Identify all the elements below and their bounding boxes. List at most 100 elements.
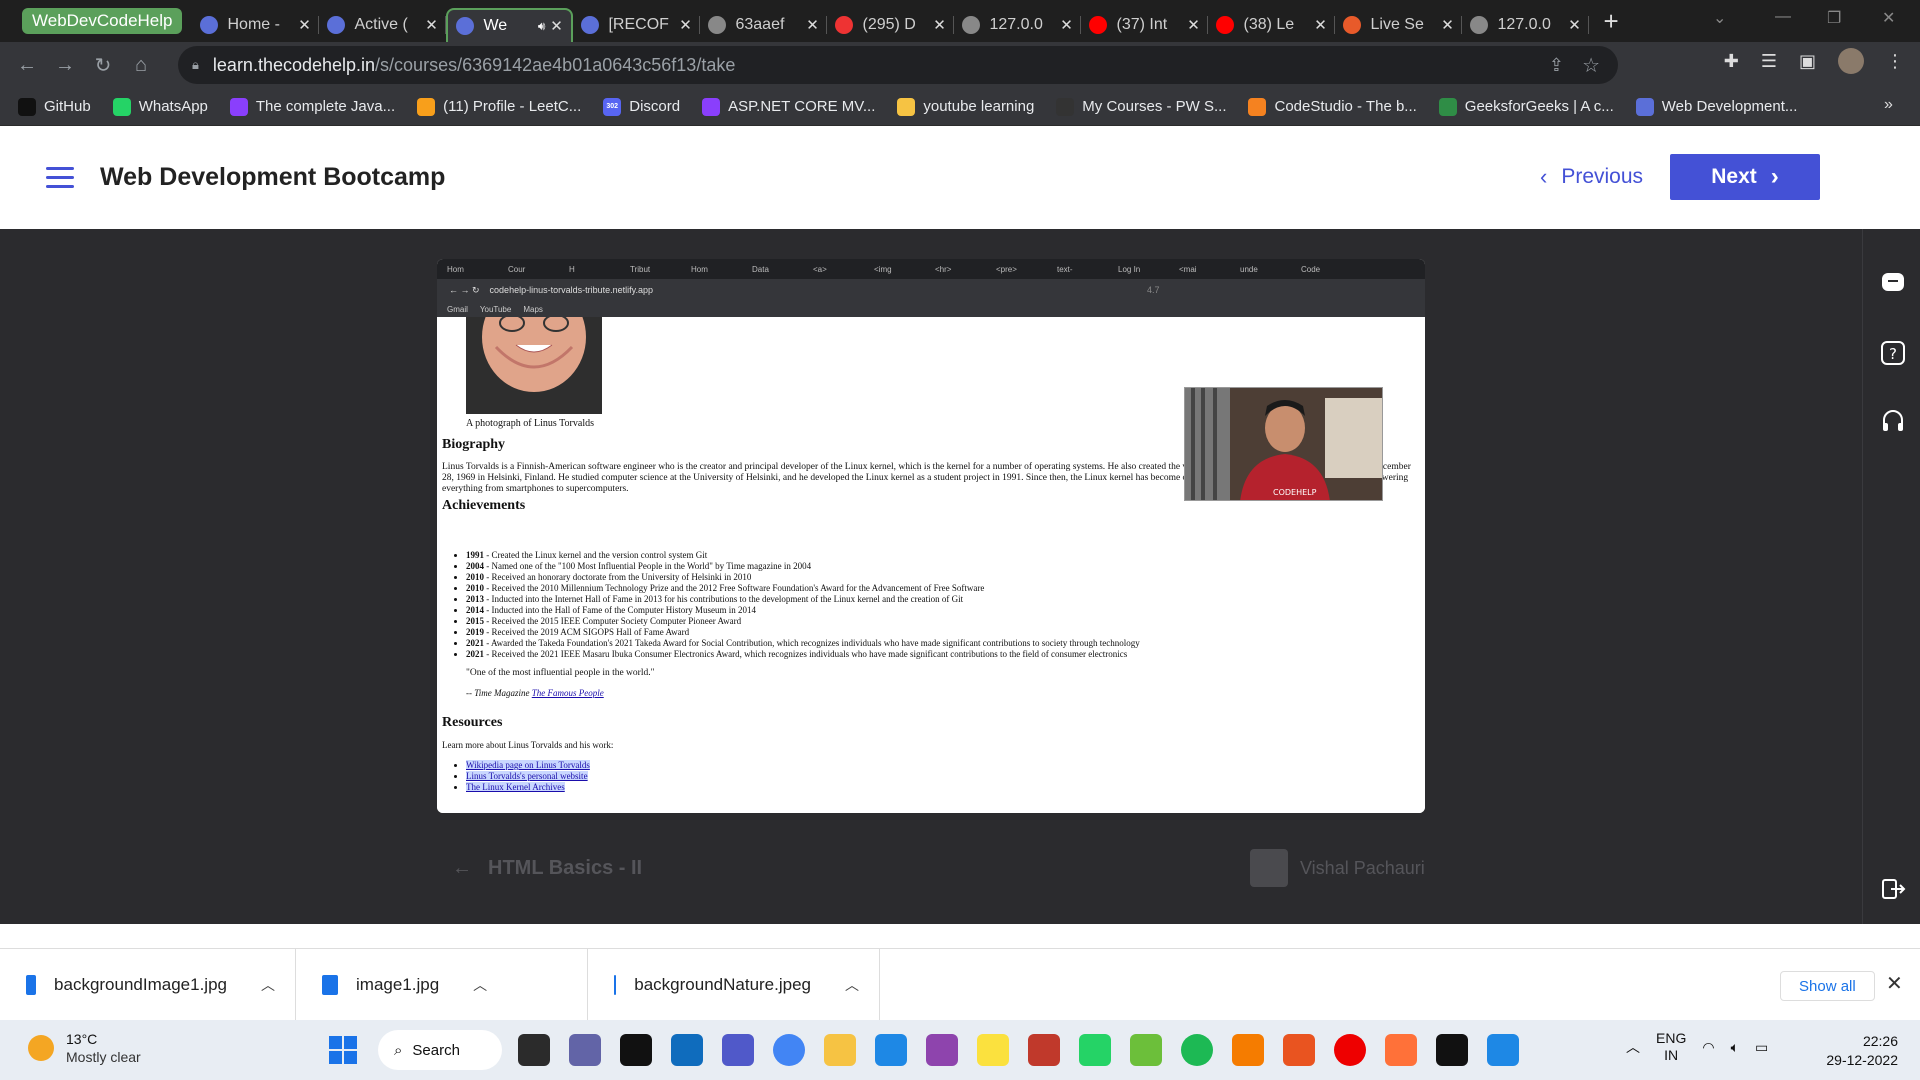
- help-icon[interactable]: ?: [1879, 339, 1907, 367]
- taskbar-app-icon[interactable]: [1079, 1034, 1111, 1066]
- maximize-button[interactable]: ❐: [1827, 8, 1841, 28]
- new-tab-button[interactable]: +: [1603, 6, 1618, 37]
- taskbar-app-icon[interactable]: [1028, 1034, 1060, 1066]
- bookmark-item[interactable]: The complete Java...: [229, 97, 395, 116]
- volume-icon[interactable]: 🔈︎: [1731, 1039, 1739, 1056]
- taskbar-app-icon[interactable]: [671, 1034, 703, 1066]
- taskbar-app-icon[interactable]: [1181, 1034, 1213, 1066]
- forward-icon[interactable]: →: [46, 54, 84, 77]
- address-bar[interactable]: 🔒︎ learn.thecodehelp.in/s/courses/636914…: [178, 46, 1618, 84]
- chat-icon[interactable]: [1879, 269, 1907, 297]
- tab-close-icon[interactable]: ✕: [297, 16, 311, 34]
- download-item[interactable]: image1.jpg ︿: [296, 948, 588, 1021]
- bookmark-item[interactable]: CodeStudio - The b...: [1248, 97, 1417, 116]
- bookmark-item[interactable]: WhatsApp: [112, 97, 208, 116]
- bookmark-item[interactable]: GitHub: [18, 97, 91, 116]
- browser-tab[interactable]: Live Se ✕: [1335, 8, 1463, 42]
- lang-1[interactable]: ENG: [1656, 1030, 1686, 1047]
- taskbar-app-icon[interactable]: [1487, 1034, 1519, 1066]
- reload-icon[interactable]: ↻: [84, 53, 122, 78]
- taskbar-app-icon[interactable]: [773, 1034, 805, 1066]
- bookmark-item[interactable]: (11) Profile - LeetC...: [417, 97, 581, 116]
- bookmark-item[interactable]: My Courses - PW S...: [1056, 97, 1226, 116]
- taskbar-app-icon[interactable]: [1334, 1034, 1366, 1066]
- close-window-button[interactable]: ✕: [1882, 8, 1895, 28]
- browser-tab[interactable]: (38) Le ✕: [1208, 8, 1336, 42]
- tab-audio-icon[interactable]: 🔊︎: [538, 19, 546, 34]
- browser-tab[interactable]: (37) Int ✕: [1081, 8, 1209, 42]
- browser-tab[interactable]: (295) D ✕: [827, 8, 955, 42]
- clock[interactable]: 22:26 29-12-2022: [1818, 1032, 1898, 1070]
- lang-2[interactable]: IN: [1656, 1047, 1686, 1064]
- download-item[interactable]: backgroundNature.jpeg ︿: [588, 948, 880, 1021]
- taskbar-app-icon[interactable]: [569, 1034, 601, 1066]
- taskbar-app-icon[interactable]: [875, 1034, 907, 1066]
- taskbar-app-icon[interactable]: [926, 1034, 958, 1066]
- taskbar-app-icon[interactable]: [722, 1034, 754, 1066]
- taskbar-app-icon[interactable]: [518, 1034, 550, 1066]
- taskbar-app-icon[interactable]: [977, 1034, 1009, 1066]
- resource-link[interactable]: Wikipedia page on Linus Torvalds: [466, 760, 590, 770]
- battery-icon[interactable]: ▭: [1755, 1039, 1768, 1056]
- quote-source-link[interactable]: The Famous People: [532, 688, 604, 698]
- side-panel-icon[interactable]: ▣: [1799, 51, 1816, 72]
- close-downloads-icon[interactable]: ✕: [1886, 971, 1903, 996]
- download-menu-chevron-icon[interactable]: ︿: [473, 975, 487, 995]
- browser-tab[interactable]: 63aaef ✕: [700, 8, 828, 42]
- next-button[interactable]: Next ›: [1670, 154, 1820, 200]
- bookmark-item[interactable]: GeeksforGeeks | A c...: [1438, 97, 1614, 116]
- taskbar-app-icon[interactable]: [1436, 1034, 1468, 1066]
- taskbar-app-icon[interactable]: [824, 1034, 856, 1066]
- resource-link[interactable]: The Linux Kernel Archives: [466, 782, 565, 792]
- show-all-button[interactable]: Show all: [1780, 971, 1875, 1001]
- tab-close-icon[interactable]: ✕: [1567, 16, 1581, 34]
- tab-close-icon[interactable]: ✕: [1440, 16, 1454, 34]
- tab-close-icon[interactable]: ✕: [549, 17, 563, 35]
- download-menu-chevron-icon[interactable]: ︿: [845, 975, 859, 995]
- tab-search-icon[interactable]: ⌄: [1713, 8, 1726, 28]
- bookmark-item[interactable]: 302 Discord: [603, 97, 680, 116]
- share-icon[interactable]: ⇪: [1549, 55, 1564, 76]
- bookmark-star-icon[interactable]: ☆: [1582, 53, 1600, 78]
- download-item[interactable]: backgroundImage1.jpg ︿: [0, 948, 296, 1021]
- previous-button[interactable]: ‹ Previous: [1540, 164, 1643, 190]
- exit-icon[interactable]: [1879, 875, 1907, 903]
- browser-tab[interactable]: Active (✕: [319, 8, 447, 42]
- bookmark-item[interactable]: youtube learning: [897, 97, 1034, 116]
- taskbar-app-icon[interactable]: [1232, 1034, 1264, 1066]
- tab-close-icon[interactable]: ✕: [424, 16, 438, 34]
- extensions-icon[interactable]: ✚: [1724, 51, 1739, 72]
- tray-chevron-icon[interactable]: ︿: [1626, 1037, 1640, 1057]
- browser-tab[interactable]: We 🔊︎ ✕: [446, 8, 574, 42]
- windows-start-icon[interactable]: [329, 1036, 357, 1064]
- taskbar-app-icon[interactable]: [1385, 1034, 1417, 1066]
- video-player[interactable]: Hom Cour H Tribut Hom Data <a> <img <hr> <pre> tex…: [437, 259, 1425, 813]
- bookmark-item[interactable]: Web Development...: [1635, 97, 1797, 116]
- home-icon[interactable]: ⌂: [122, 54, 160, 77]
- taskbar-app-icon[interactable]: [1283, 1034, 1315, 1066]
- minimize-button[interactable]: —: [1775, 8, 1791, 26]
- browser-tab[interactable]: Home - ✕: [192, 8, 320, 42]
- tab-close-icon[interactable]: ✕: [1059, 16, 1073, 34]
- tab-close-icon[interactable]: ✕: [805, 16, 819, 34]
- wifi-icon[interactable]: ◠: [1702, 1039, 1714, 1056]
- tab-close-icon[interactable]: ✕: [678, 16, 692, 34]
- tab-group-label[interactable]: WebDevCodeHelp: [22, 8, 183, 34]
- browser-tab[interactable]: 127.0.0 ✕: [1462, 8, 1590, 42]
- download-menu-chevron-icon[interactable]: ︿: [261, 975, 275, 995]
- menu-icon[interactable]: ⋮: [1886, 51, 1904, 72]
- weather-widget[interactable]: 13°C Mostly clear: [28, 1030, 141, 1066]
- tab-close-icon[interactable]: ✕: [932, 16, 946, 34]
- taskbar-app-icon[interactable]: [620, 1034, 652, 1066]
- taskbar-app-icon[interactable]: [1130, 1034, 1162, 1066]
- taskbar-search[interactable]: ⌕ Search: [378, 1030, 502, 1070]
- menu-hamburger-icon[interactable]: [46, 161, 74, 194]
- browser-tab[interactable]: [RECOF ✕: [573, 8, 701, 42]
- headset-icon[interactable]: [1879, 407, 1907, 435]
- browser-tab[interactable]: 127.0.0 ✕: [954, 8, 1082, 42]
- media-icon[interactable]: ☰: [1761, 51, 1777, 72]
- tab-close-icon[interactable]: ✕: [1186, 16, 1200, 34]
- tab-close-icon[interactable]: ✕: [1313, 16, 1327, 34]
- bookmark-item[interactable]: ASP.NET CORE MV...: [702, 97, 875, 116]
- resource-link[interactable]: Linus Torvalds's personal website: [466, 771, 588, 781]
